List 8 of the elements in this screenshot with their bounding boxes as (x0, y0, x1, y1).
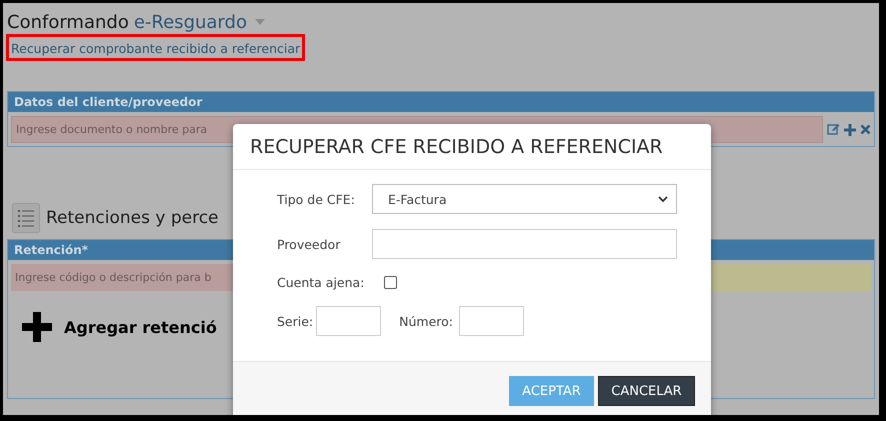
field-label: Tipo de CFE: (277, 192, 356, 206)
field-label: Cuenta ajena: (277, 274, 366, 290)
panel-header: Datos del cliente/proveedor (8, 92, 874, 112)
dialog-title: RECUPERAR CFE RECIBIDO A REFERENCIAR (250, 136, 663, 158)
section-title: Retenciones y perce (46, 208, 219, 228)
page-title: Conformando (7, 12, 129, 32)
field-label: Número: (398, 314, 454, 328)
field-label: Serie: (277, 314, 314, 328)
